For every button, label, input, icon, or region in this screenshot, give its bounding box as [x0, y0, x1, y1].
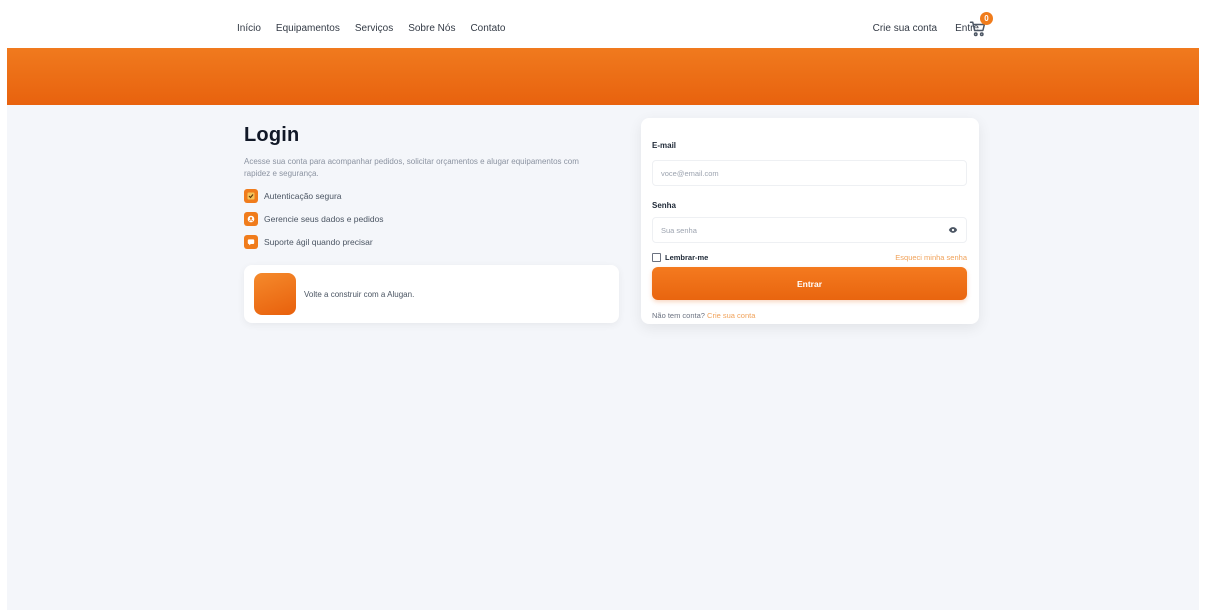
email-field[interactable]: voce@email.com [652, 160, 967, 186]
feature-label: Autenticação segura [264, 191, 342, 201]
login-info-panel: Login Acesse sua conta para acompanhar p… [244, 124, 619, 323]
promo-card: Volte a construir com a Alugan. [244, 265, 619, 323]
top-navbar: Início Equipamentos Serviços Sobre Nós C… [7, 0, 1199, 48]
brand-logo [254, 273, 296, 315]
page: Início Equipamentos Serviços Sobre Nós C… [0, 0, 1206, 610]
page-title: Login [244, 124, 300, 146]
forgot-password-link[interactable]: Esqueci minha senha [895, 253, 967, 262]
login-description: Acesse sua conta para acompanhar pedidos… [244, 157, 579, 178]
feature-label: Gerencie seus dados e pedidos [264, 214, 384, 224]
signup-prompt-row: Não tem conta? Crie sua conta [652, 311, 968, 320]
eye-icon[interactable] [948, 225, 958, 235]
remember-me-checkbox[interactable]: Lembrar-me [652, 253, 708, 262]
feature-item: Autenticação segura [244, 189, 619, 203]
signup-prompt: Não tem conta? [652, 311, 705, 320]
promo-text: Volte a construir com a Alugan. [304, 289, 415, 299]
user-icon [244, 212, 258, 226]
password-field[interactable]: Sua senha [652, 217, 967, 243]
account-nav: Crie sua conta Entre [855, 23, 979, 34]
login-form-card: E-mail voce@email.com Senha Sua senha Le… [641, 118, 979, 324]
feature-label: Suporte ágil quando precisar [264, 237, 373, 247]
checkbox-box[interactable] [652, 253, 661, 262]
password-placeholder: Sua senha [661, 225, 697, 235]
hero-banner [7, 48, 1199, 105]
remember-label: Lembrar-me [665, 253, 709, 262]
email-placeholder: voce@email.com [661, 168, 719, 178]
nav-item-inicio[interactable]: Início [237, 23, 261, 34]
signup-link[interactable]: Crie sua conta [707, 311, 755, 320]
nav-item-equipamentos[interactable]: Equipamentos [276, 23, 340, 34]
feature-item: Gerencie seus dados e pedidos [244, 212, 619, 226]
create-account-link[interactable]: Crie sua conta [873, 23, 937, 34]
main-nav: Início Equipamentos Serviços Sobre Nós C… [237, 23, 520, 34]
email-label: E-mail [652, 141, 677, 150]
nav-item-servicos[interactable]: Serviços [355, 23, 393, 34]
remember-row: Lembrar-me Esqueci minha senha [652, 253, 967, 262]
check-icon [244, 189, 258, 203]
cart-count-badge: 0 [980, 12, 993, 25]
nav-item-contato[interactable]: Contato [470, 23, 505, 34]
submit-button[interactable]: Entrar [652, 267, 967, 300]
nav-item-sobre-nos[interactable]: Sobre Nós [408, 23, 455, 34]
cart-button[interactable]: 0 [969, 12, 993, 38]
password-label: Senha [652, 201, 677, 210]
chat-icon [244, 235, 258, 249]
feature-item: Suporte ágil quando precisar [244, 235, 619, 249]
